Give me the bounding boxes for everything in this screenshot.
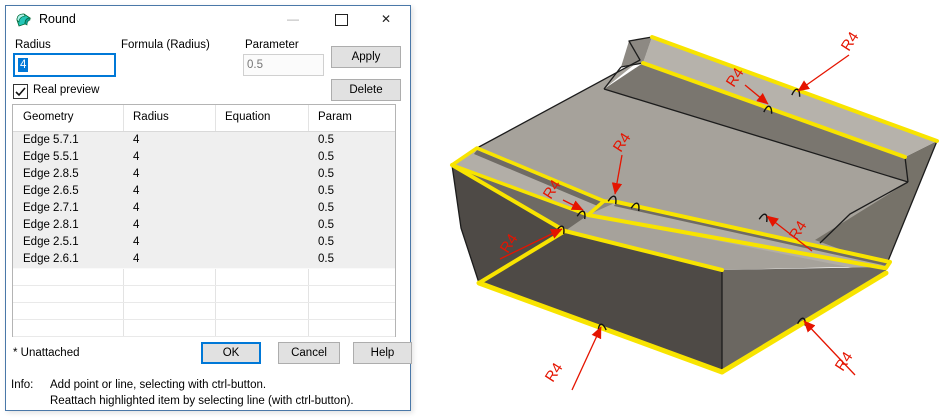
part-faces[interactable] xyxy=(452,37,937,372)
radius-annotation: R4 xyxy=(838,29,863,54)
ok-button[interactable]: OK xyxy=(201,342,261,364)
round-fillet-icon xyxy=(15,11,33,29)
maximize-button[interactable] xyxy=(324,6,358,33)
cell-radius: 4 xyxy=(133,219,139,231)
list-header: Geometry Radius Equation Param xyxy=(13,105,395,132)
model-viewport[interactable]: R4 R4 R4 R4 R4 R4 R4 R4 xyxy=(420,0,947,418)
cell-radius: 4 xyxy=(133,236,139,248)
screen: { "window": { "title": "Round", "control… xyxy=(0,0,947,418)
cell-geometry: Edge 2.7.1 xyxy=(23,202,79,214)
table-row[interactable]: Edge 2.6.1 4 0.5 xyxy=(13,251,395,269)
cell-geometry: Edge 2.8.5 xyxy=(23,168,79,180)
unattached-note: * Unattached xyxy=(13,347,80,359)
parameter-label: Parameter xyxy=(245,39,299,51)
close-button[interactable]: ✕ xyxy=(369,6,403,33)
table-row[interactable]: Edge 2.6.5 4 0.5 xyxy=(13,183,395,201)
cell-geometry: Edge 2.8.1 xyxy=(23,219,79,231)
round-dialog: Round — ✕ Radius Formula (Radius) Parame… xyxy=(5,5,411,411)
radius-label: Radius xyxy=(15,39,51,51)
column-header-equation: Equation xyxy=(225,111,270,123)
cell-param: 0.5 xyxy=(318,168,334,180)
cell-radius: 4 xyxy=(133,151,139,163)
table-row[interactable]: Edge 5.7.1 4 0.5 xyxy=(13,132,395,150)
parameter-field: 0.5 xyxy=(243,54,324,76)
apply-button[interactable]: Apply xyxy=(331,46,401,68)
empty-row xyxy=(13,302,395,320)
cell-radius: 4 xyxy=(133,168,139,180)
cell-param: 0.5 xyxy=(318,253,334,265)
cell-geometry: Edge 5.5.1 xyxy=(23,151,79,163)
cell-param: 0.5 xyxy=(318,219,334,231)
help-button[interactable]: Help xyxy=(353,342,412,364)
empty-row xyxy=(13,268,395,286)
column-header-geometry: Geometry xyxy=(23,111,74,123)
cell-geometry: Edge 2.6.1 xyxy=(23,253,79,265)
rounds-list: Geometry Radius Equation Param Edge 5.7.… xyxy=(12,104,396,337)
cancel-button[interactable]: Cancel xyxy=(278,342,340,364)
formula-label: Formula (Radius) xyxy=(121,39,210,51)
cell-param: 0.5 xyxy=(318,236,334,248)
real-preview-checkbox[interactable] xyxy=(13,84,28,99)
info-line2: Reattach highlighted item by selecting l… xyxy=(50,395,354,407)
leader-line xyxy=(572,327,601,390)
minimize-button[interactable]: — xyxy=(276,6,310,33)
table-row[interactable]: Edge 2.5.1 4 0.5 xyxy=(13,234,395,252)
dialog-title: Round xyxy=(39,12,76,26)
cell-param: 0.5 xyxy=(318,151,334,163)
empty-row xyxy=(13,319,395,337)
column-header-param: Param xyxy=(318,111,352,123)
cell-geometry: Edge 2.6.5 xyxy=(23,185,79,197)
info-label: Info: xyxy=(11,378,33,394)
table-row[interactable]: Edge 2.8.1 4 0.5 xyxy=(13,217,395,235)
empty-row xyxy=(13,285,395,303)
radius-annotation: R4 xyxy=(542,360,567,385)
cell-radius: 4 xyxy=(133,202,139,214)
delete-button[interactable]: Delete xyxy=(331,79,401,101)
cell-radius: 4 xyxy=(133,185,139,197)
cell-param: 0.5 xyxy=(318,134,334,146)
cell-geometry: Edge 2.5.1 xyxy=(23,236,79,248)
table-row[interactable]: Edge 2.7.1 4 0.5 xyxy=(13,200,395,218)
cell-geometry: Edge 5.7.1 xyxy=(23,134,79,146)
radius-input[interactable]: 4 xyxy=(13,53,116,77)
info-line1: Add point or line, selecting with ctrl-b… xyxy=(50,379,266,391)
real-preview-label: Real preview xyxy=(33,84,99,96)
leader-line xyxy=(798,55,849,91)
cell-radius: 4 xyxy=(133,134,139,146)
cell-param: 0.5 xyxy=(318,185,334,197)
radius-value-selected: 4 xyxy=(18,58,28,72)
table-row[interactable]: Edge 5.5.1 4 0.5 xyxy=(13,149,395,167)
cell-param: 0.5 xyxy=(318,202,334,214)
table-row[interactable]: Edge 2.8.5 4 0.5 xyxy=(13,166,395,184)
cell-radius: 4 xyxy=(133,253,139,265)
radius-annotation: R4 xyxy=(832,349,857,374)
maximize-icon xyxy=(335,14,348,26)
check-icon xyxy=(15,87,26,97)
dialog-titlebar[interactable]: Round — ✕ xyxy=(6,6,410,33)
column-header-radius: Radius xyxy=(133,111,169,123)
